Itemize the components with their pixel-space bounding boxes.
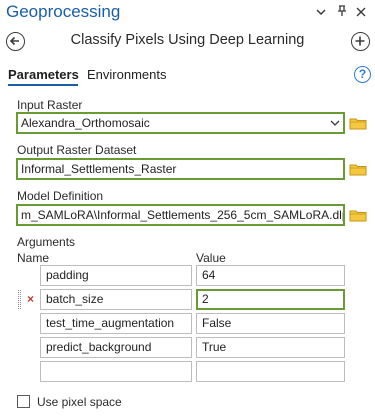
argument-name-cell[interactable]: padding xyxy=(40,265,192,286)
tab-environments[interactable]: Environments xyxy=(87,67,166,82)
argument-name-cell[interactable]: predict_background xyxy=(40,337,192,358)
model-definition-input[interactable]: m_SAMLoRA\Informal_Settlements_256_5cm_S… xyxy=(16,204,345,226)
pin-icon[interactable] xyxy=(333,4,351,22)
pane-titlebar: Geoprocessing xyxy=(0,0,375,28)
folder-browse-icon[interactable] xyxy=(349,116,367,130)
argument-name-cell[interactable]: batch_size xyxy=(40,289,192,310)
column-header-name: Name xyxy=(17,251,50,265)
column-header-value: Value xyxy=(196,251,226,265)
arguments-label: Arguments xyxy=(17,235,76,249)
argument-value-cell[interactable]: False xyxy=(196,313,345,334)
argument-value-cell[interactable]: 64 xyxy=(196,265,345,286)
geoprocessing-pane: Geoprocessing Classify Pixels Using Deep… xyxy=(0,0,375,420)
row-drag-handle[interactable] xyxy=(18,290,21,309)
delete-row-icon[interactable]: × xyxy=(27,292,34,306)
output-raster-input[interactable]: Informal_Settlements_Raster xyxy=(16,158,345,180)
tool-title: Classify Pixels Using Deep Learning xyxy=(70,32,305,48)
folder-browse-icon[interactable] xyxy=(349,208,367,222)
input-raster-value: Alexandra_Orthomosaic xyxy=(21,116,150,130)
plus-circle-icon[interactable] xyxy=(351,32,370,51)
argument-value-cell[interactable]: True xyxy=(196,337,345,358)
argument-value-cell[interactable] xyxy=(196,361,345,382)
use-pixel-space-label: Use pixel space xyxy=(37,395,122,409)
close-icon[interactable] xyxy=(352,4,370,22)
chevron-down-icon[interactable] xyxy=(330,118,340,128)
active-tab-indicator xyxy=(8,84,78,86)
output-raster-label: Output Raster Dataset xyxy=(17,143,137,157)
input-raster-label: Input Raster xyxy=(17,98,83,112)
use-pixel-space-checkbox[interactable] xyxy=(17,395,30,408)
folder-browse-icon[interactable] xyxy=(349,162,367,176)
help-icon[interactable]: ? xyxy=(354,66,371,83)
pane-title: Geoprocessing xyxy=(6,2,121,21)
argument-name-cell[interactable]: test_time_augmentation xyxy=(40,313,192,334)
tab-parameters[interactable]: Parameters xyxy=(8,67,79,82)
argument-value-cell[interactable]: 2 xyxy=(196,289,345,310)
input-raster-dropdown[interactable]: Alexandra_Orthomosaic xyxy=(16,112,345,134)
chevron-down-icon[interactable] xyxy=(312,4,330,22)
model-definition-label: Model Definition xyxy=(17,189,104,203)
argument-name-cell[interactable] xyxy=(40,361,192,382)
